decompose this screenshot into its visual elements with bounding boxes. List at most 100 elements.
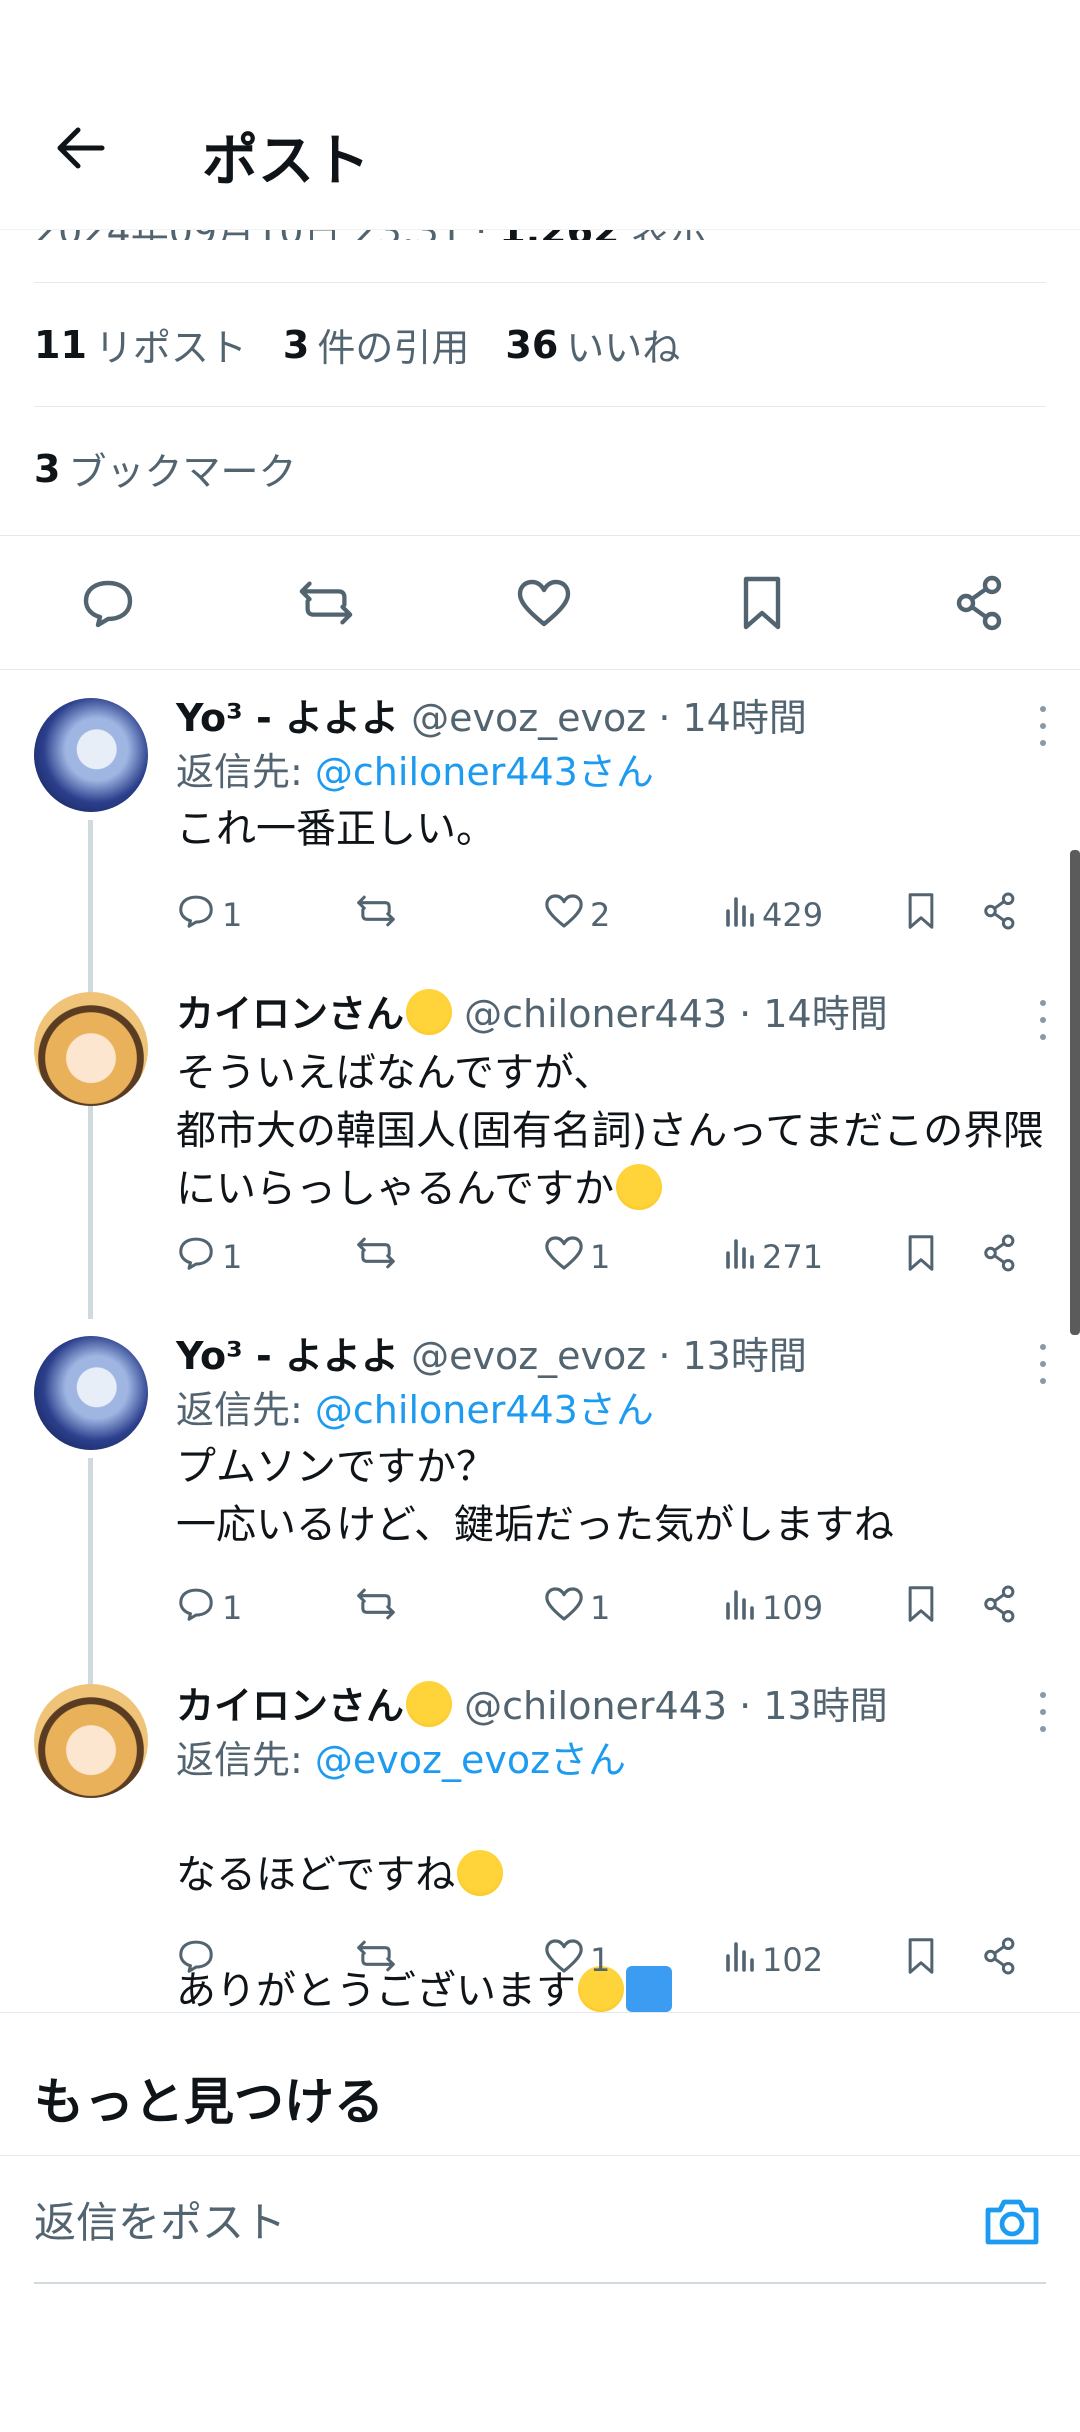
reply-button[interactable] bbox=[176, 1938, 222, 1982]
reply-compose-bar: 返信をポスト bbox=[0, 2155, 1080, 2285]
thinking-emoji-icon bbox=[616, 1164, 662, 1210]
post-action-bar bbox=[0, 535, 1080, 670]
reply-text-content: そういえばなんですが、 都市大の韓国人(固有名詞)さんってまだこの界隈にいらっし… bbox=[176, 1050, 1044, 1212]
back-button[interactable] bbox=[50, 118, 110, 178]
reply-actions: 1 102 bbox=[176, 1930, 1050, 1990]
views-button[interactable]: 429 bbox=[724, 895, 823, 935]
reply-to-mention[interactable]: @evoz_evozさん bbox=[315, 1738, 626, 1782]
like-button[interactable]: 1 bbox=[544, 1938, 610, 1982]
timestamp: 14時間 bbox=[763, 992, 888, 1036]
reply-to-label: 返信先: bbox=[176, 750, 303, 794]
heart-icon bbox=[544, 1938, 584, 1982]
more-options-button[interactable] bbox=[1028, 706, 1058, 746]
author-handle[interactable]: @evoz_evoz bbox=[411, 696, 646, 740]
share-icon bbox=[982, 1585, 1018, 1631]
repost-button[interactable] bbox=[354, 1586, 404, 1630]
author-name[interactable]: カイロンさん bbox=[176, 1684, 404, 1728]
reply-to-label: 返信先: bbox=[176, 1388, 303, 1432]
quotes-label[interactable]: 件の引用 bbox=[317, 317, 469, 372]
views-icon bbox=[724, 1940, 756, 1980]
views-button[interactable]: 109 bbox=[724, 1588, 823, 1628]
quotes-count[interactable]: 3 bbox=[283, 323, 309, 367]
more-options-button[interactable] bbox=[1028, 1000, 1058, 1040]
share-button[interactable] bbox=[950, 573, 1010, 633]
reply-count: 1 bbox=[222, 1238, 243, 1276]
reply-actions: 1 2 429 bbox=[176, 885, 1050, 945]
reply-actions: 1 1 271 bbox=[176, 1227, 1050, 1287]
views-icon bbox=[724, 1237, 756, 1277]
reply-text: そういえばなんですが、 都市大の韓国人(固有名詞)さんってまだこの界隈にいらっし… bbox=[176, 1044, 1046, 1218]
reply-to-mention[interactable]: @chiloner443さん bbox=[315, 1388, 654, 1432]
reply-icon bbox=[176, 1938, 216, 1982]
like-button[interactable] bbox=[514, 573, 574, 633]
avatar[interactable] bbox=[34, 1684, 148, 1798]
like-count: 1 bbox=[590, 1589, 611, 1627]
reply-text: これ一番正しい。 bbox=[176, 806, 496, 852]
reply-button[interactable]: 1 bbox=[176, 1235, 242, 1279]
repost-button[interactable] bbox=[354, 1938, 404, 1982]
bookmark-icon bbox=[906, 1937, 936, 1983]
share-button[interactable] bbox=[982, 1234, 1018, 1280]
reply-to-mention[interactable]: @chiloner443さん bbox=[315, 750, 654, 794]
thread-line bbox=[88, 1114, 93, 1319]
reply-button[interactable] bbox=[78, 573, 138, 633]
repost-icon bbox=[354, 1235, 398, 1279]
more-options-button[interactable] bbox=[1028, 1692, 1058, 1732]
author-handle[interactable]: @chiloner443 bbox=[464, 992, 727, 1036]
repost-icon bbox=[299, 581, 353, 624]
author-handle[interactable]: @evoz_evoz bbox=[411, 1334, 646, 1378]
likes-count[interactable]: 36 bbox=[505, 323, 558, 367]
bookmark-button[interactable] bbox=[906, 1937, 936, 1983]
share-button[interactable] bbox=[982, 892, 1018, 938]
section-divider bbox=[0, 2012, 1080, 2028]
views-count: 271 bbox=[762, 1238, 824, 1276]
heart-icon bbox=[544, 1235, 584, 1279]
yum-emoji-icon bbox=[406, 989, 453, 1035]
camera-button[interactable] bbox=[982, 2196, 1042, 2252]
views-button[interactable]: 102 bbox=[724, 1940, 823, 1980]
repost-button[interactable] bbox=[296, 573, 356, 633]
repost-button[interactable] bbox=[354, 1235, 404, 1279]
reply-button[interactable]: 1 bbox=[176, 893, 242, 937]
avatar[interactable] bbox=[34, 1336, 148, 1450]
repost-button[interactable] bbox=[354, 893, 404, 937]
bookmark-icon bbox=[906, 1585, 936, 1631]
like-button[interactable]: 2 bbox=[544, 893, 610, 937]
repost-icon bbox=[354, 1938, 398, 1982]
reply-input[interactable]: 返信をポスト bbox=[34, 2156, 1046, 2284]
views-button[interactable]: 271 bbox=[724, 1237, 823, 1277]
reply-button[interactable]: 1 bbox=[176, 1586, 242, 1630]
reposts-count[interactable]: 11 bbox=[34, 323, 87, 367]
bookmark-button[interactable] bbox=[906, 1585, 936, 1631]
like-count: 2 bbox=[590, 896, 611, 934]
arrow-left-icon bbox=[57, 127, 105, 169]
like-button[interactable]: 1 bbox=[544, 1235, 610, 1279]
avatar[interactable] bbox=[34, 698, 148, 812]
author-name[interactable]: Yo³ - よよよ bbox=[176, 696, 399, 740]
share-icon bbox=[982, 892, 1018, 938]
reposts-label[interactable]: リポスト bbox=[95, 317, 247, 372]
reply-icon bbox=[176, 1235, 216, 1279]
share-button[interactable] bbox=[982, 1937, 1018, 1983]
author-name[interactable]: Yo³ - よよよ bbox=[176, 1334, 399, 1378]
reply-text: プムソンですか？ 一応いるけど、鍵垢だった気がしますね bbox=[176, 1444, 894, 1548]
bookmark-stats: 3 ブックマーク bbox=[34, 406, 1046, 530]
like-button[interactable]: 1 bbox=[544, 1586, 610, 1630]
bookmark-button[interactable] bbox=[732, 573, 792, 633]
reply-count: 1 bbox=[222, 896, 243, 934]
reply-icon bbox=[176, 1586, 216, 1630]
bookmarks-count: 3 bbox=[34, 446, 61, 491]
bookmark-button[interactable] bbox=[906, 1234, 936, 1280]
views-count: 429 bbox=[762, 896, 824, 934]
more-options-button[interactable] bbox=[1028, 1344, 1058, 1384]
share-button[interactable] bbox=[982, 1585, 1018, 1631]
scrollbar[interactable] bbox=[1070, 850, 1080, 1335]
avatar[interactable] bbox=[34, 992, 148, 1106]
author-handle[interactable]: @chiloner443 bbox=[464, 1684, 727, 1728]
likes-label[interactable]: いいね bbox=[566, 317, 680, 372]
bookmark-button[interactable] bbox=[906, 892, 936, 938]
repost-icon bbox=[354, 893, 398, 937]
discover-more-heading: もっと見つける bbox=[34, 2073, 384, 2131]
reply-text-line: なるほどですね bbox=[176, 1852, 456, 1898]
author-name[interactable]: カイロンさん bbox=[176, 992, 404, 1036]
